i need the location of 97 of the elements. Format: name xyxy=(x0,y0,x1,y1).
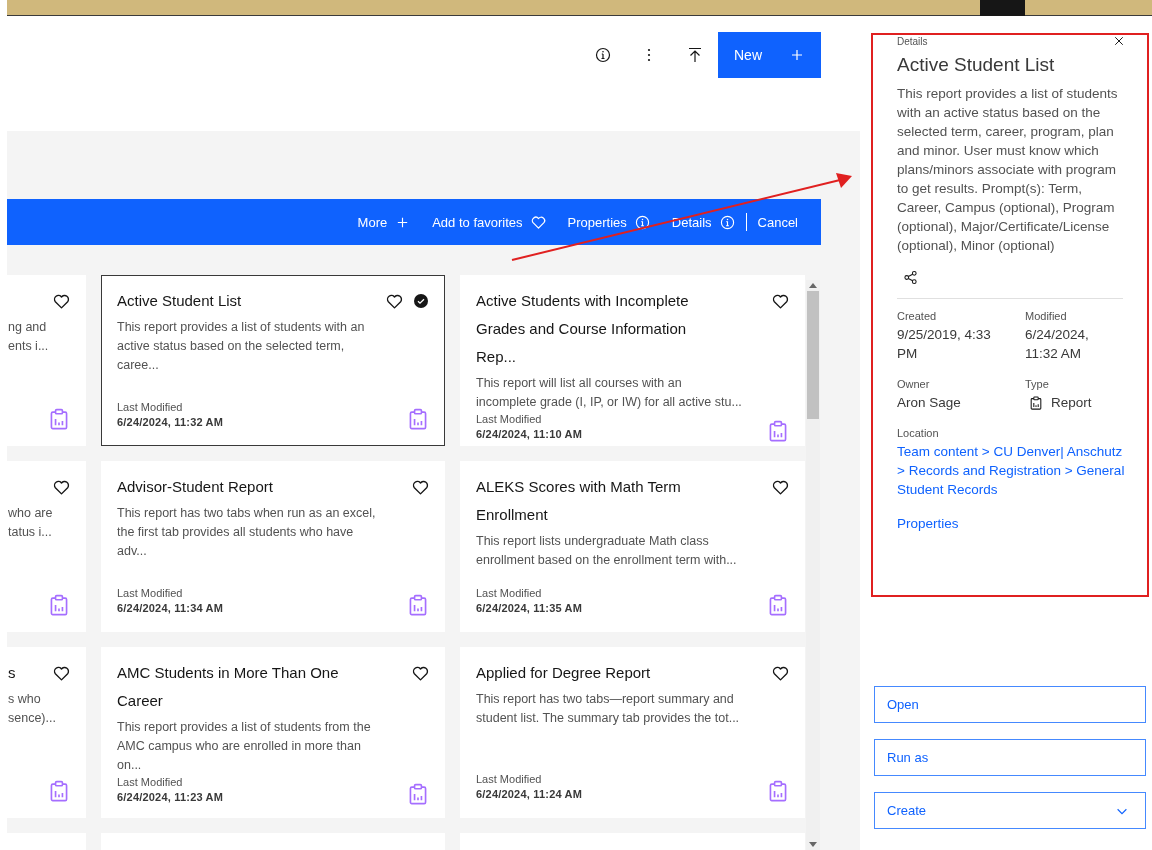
card-title: Active Student List xyxy=(117,291,242,311)
favorite-heart-icon[interactable] xyxy=(412,665,429,682)
card-description: This report provides a list of students with an active status based on the selected term, caree... xyxy=(117,319,366,374)
report-card[interactable]: Advisor-Student Report This report has two tabs when run as an excel, the first tab provides all students who have adv... Last Modified 6/24/2024, 11:34 AM xyxy=(101,461,445,632)
clipboard-chart-icon xyxy=(407,594,429,616)
field-label: Modified xyxy=(1025,309,1068,323)
close-button[interactable] xyxy=(1113,35,1125,47)
last-modified-label: Last Modified xyxy=(476,586,543,601)
action-button[interactable]: Add to favorites xyxy=(421,199,557,245)
last-modified-label: Last Modified xyxy=(117,586,184,601)
clipboard-chart-icon xyxy=(767,420,789,442)
favorite-heart-icon[interactable] xyxy=(772,665,789,682)
share-button[interactable] xyxy=(903,270,919,285)
favorite-heart-icon[interactable] xyxy=(53,665,70,682)
report-card[interactable]: s s who sence)... xyxy=(7,647,86,818)
header-block xyxy=(980,0,1025,16)
heart-icon xyxy=(530,214,546,230)
card-description: This report has two tabs—report summary and student list. The summary tab provides the tot... xyxy=(476,691,741,727)
field-value: 6/24/2024, 11:32 AM xyxy=(1025,326,1090,363)
card-title: s xyxy=(8,663,16,683)
field-value: 9/25/2019, 4:33 PM xyxy=(897,326,992,363)
report-card[interactable]: Active Student List This report provides a list of students with an active status based on the selected term, caree... Last Modified 6/24/2024, 11:32 AM xyxy=(101,275,445,446)
info-icon xyxy=(634,214,650,230)
card-description: This report provides a list of students from the AMC campus who are enrolled in more than on... xyxy=(117,719,372,774)
favorite-heart-icon[interactable] xyxy=(772,479,789,496)
new-button[interactable]: New xyxy=(718,32,821,78)
favorite-heart-icon[interactable] xyxy=(386,293,403,310)
scroll-down-icon[interactable] xyxy=(809,842,817,847)
favorite-heart-icon[interactable] xyxy=(53,293,70,310)
action-button[interactable]: More xyxy=(346,199,422,245)
report-card[interactable]: ALEKS Scores with Math Term Enrollment This report lists undergraduate Math class enrollment based on the enrollment term with... Last Modified 6/24/2024, 11:35 AM xyxy=(460,461,805,632)
report-card[interactable]: Active Students with Incomplete Grades and Course Information Rep... This report will list all courses with an incomplete grade (I, IP, or IW) for all active stu... Last Modified 6/24/2024, 11:10 AM xyxy=(460,275,805,446)
card-title: ALEKS Scores with Math Term Enrollment xyxy=(476,477,682,525)
panel-button[interactable]: Open xyxy=(874,686,1146,723)
card-title: Active Students with Incomplete Grades and Course Information Rep... xyxy=(476,291,690,367)
panel-description: This report provides a list of students with an active status based on the selected term, career, program, plan and minor. User must know which plans/minors associate with program to get results. Prompt(s): Term, Career, Campus (optional), Program (optional), Major/Certificate/License (optional), Minor (optional) xyxy=(897,85,1119,255)
field-value: Aron Sage xyxy=(897,394,961,412)
panel-title: Active Student List xyxy=(897,53,1056,77)
properties-link[interactable]: Properties xyxy=(897,514,959,533)
scrollbar-thumb[interactable] xyxy=(807,291,819,419)
plus-icon xyxy=(789,47,805,63)
location-link[interactable]: Team content > CU Denver| Anschutz > Records and Registration > General Student Records xyxy=(897,442,1125,499)
last-modified-date: 6/24/2024, 11:10 AM xyxy=(476,427,583,442)
last-modified-date: 6/24/2024, 11:34 AM xyxy=(117,601,224,616)
clipboard-chart-icon xyxy=(48,408,70,430)
field-label: Location xyxy=(897,426,940,440)
action-button[interactable]: Cancel xyxy=(746,199,809,245)
card-title: Advisor-Student Report xyxy=(117,477,273,497)
card-description: This report lists undergraduate Math class enrollment based on the enrollment term with... xyxy=(476,533,738,569)
last-modified-date: 6/24/2024, 11:24 AM xyxy=(476,787,583,802)
report-card[interactable]: ng and ents i... xyxy=(7,275,86,446)
card-description: who are xyxy=(8,505,54,522)
field-label: Owner xyxy=(897,377,931,391)
favorite-heart-icon[interactable] xyxy=(772,293,789,310)
field-value: Report xyxy=(1051,394,1092,412)
panel-button[interactable]: Run as xyxy=(874,739,1146,776)
card-description: ents i... xyxy=(8,338,50,355)
report-card[interactable]: Applied for Degree Report This report has two tabs—report summary and student list. The summary tab provides the tot... Last Modified 6/24/2024, 11:24 AM xyxy=(460,647,805,818)
last-modified-label: Last Modified xyxy=(476,772,543,787)
report-card[interactable]: who are tatus i... xyxy=(7,461,86,632)
clipboard-chart-icon xyxy=(48,594,70,616)
clipboard-chart-icon xyxy=(407,408,429,430)
clipboard-chart-icon xyxy=(407,783,429,805)
scrollbar[interactable] xyxy=(806,280,820,850)
last-modified-date: 6/24/2024, 11:23 AM xyxy=(117,790,224,805)
last-modified-label: Last Modified xyxy=(117,775,184,790)
create-dropdown[interactable]: Create xyxy=(874,792,1146,829)
action-button[interactable]: Details xyxy=(660,199,746,245)
card-description: tatus i... xyxy=(8,524,53,541)
clipboard-chart-icon xyxy=(1029,395,1043,410)
clipboard-chart-icon xyxy=(767,594,789,616)
close-icon xyxy=(1113,35,1125,47)
info-icon[interactable] xyxy=(595,47,611,63)
share-icon xyxy=(903,270,918,285)
field-label: Type xyxy=(1025,377,1050,391)
card-description: This report will list all courses with an incomplete grade (I, IP, or IW) for all active stu... xyxy=(476,375,743,411)
last-modified-date: 6/24/2024, 11:35 AM xyxy=(476,601,583,616)
scroll-up-icon[interactable] xyxy=(809,283,817,288)
favorite-heart-icon[interactable] xyxy=(412,479,429,496)
card-description: ng and xyxy=(8,319,48,336)
card-title: AMC Students in More Than One Career xyxy=(117,663,340,711)
last-modified-date: 6/24/2024, 11:32 AM xyxy=(117,415,224,430)
last-modified-label: Last Modified xyxy=(117,400,184,415)
upload-icon[interactable] xyxy=(687,47,703,63)
card-description: This report has two tabs when run as an excel, the first tab provides all students who have adv... xyxy=(117,505,377,560)
clipboard-chart-icon xyxy=(767,780,789,802)
card-title: Applied for Degree Report xyxy=(476,663,651,683)
field-label: Created xyxy=(897,309,938,323)
clipboard-chart-icon xyxy=(48,780,70,802)
action-button[interactable]: Properties xyxy=(556,199,661,245)
last-modified-label: Last Modified xyxy=(476,412,543,427)
info-icon xyxy=(719,214,735,230)
card-description: sence)... xyxy=(8,710,57,727)
favorite-heart-icon[interactable] xyxy=(53,479,70,496)
report-card[interactable]: AMC Students in More Than One Career This report provides a list of students from the AMC campus who are enrolled in more than on... Last Modified 6/24/2024, 11:23 AM xyxy=(101,647,445,818)
card-description: s who xyxy=(8,691,42,708)
panel-heading: Details xyxy=(897,35,928,47)
